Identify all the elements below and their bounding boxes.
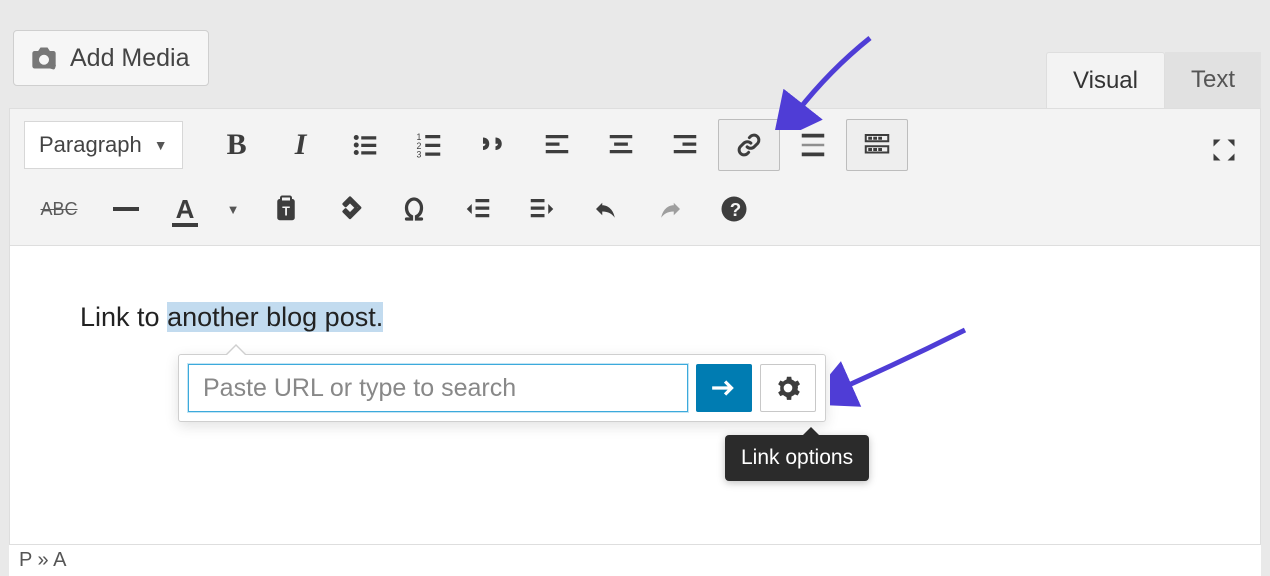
italic-icon: I: [295, 128, 307, 162]
chevron-down-icon: ▼: [154, 137, 168, 153]
toolbar-row-2: ABC A ▼ T: [10, 177, 1260, 245]
fullscreen-icon: [1210, 136, 1238, 164]
fullscreen-button[interactable]: [1200, 126, 1248, 174]
add-media-button[interactable]: Add Media: [13, 30, 209, 86]
special-character-button[interactable]: [383, 183, 445, 235]
align-right-icon: [670, 130, 700, 160]
toolbar-toggle-button[interactable]: [846, 119, 908, 171]
horizontal-rule-icon: [113, 207, 139, 211]
link-icon: [734, 130, 764, 160]
gear-icon: [775, 375, 801, 401]
redo-button[interactable]: [639, 183, 701, 235]
inline-link-popup: [178, 354, 826, 422]
redo-icon: [655, 194, 685, 224]
element-path: P » A: [19, 549, 66, 572]
editor-text-line[interactable]: Link to another blog post.: [80, 302, 1190, 333]
tooltip-text: Link options: [741, 446, 853, 469]
bulleted-list-icon: [350, 130, 380, 160]
link-url-input[interactable]: [188, 364, 688, 412]
align-left-icon: [542, 130, 572, 160]
text-color-dropdown-button[interactable]: ▼: [213, 183, 253, 235]
paste-text-icon: T: [271, 194, 301, 224]
tab-visual-label: Visual: [1073, 67, 1138, 95]
strikethrough-button[interactable]: ABC: [25, 183, 93, 235]
chevron-down-icon: ▼: [227, 202, 240, 217]
numbered-list-button[interactable]: 123: [398, 119, 460, 171]
help-icon: ?: [719, 194, 749, 224]
format-dropdown[interactable]: Paragraph ▼: [24, 121, 183, 169]
editor-header: Add Media Visual Text: [9, 0, 1261, 108]
editor-tabs: Visual Text: [1046, 52, 1261, 108]
undo-button[interactable]: [575, 183, 637, 235]
outdent-button[interactable]: [447, 183, 509, 235]
align-center-icon: [606, 130, 636, 160]
bold-button[interactable]: B: [206, 119, 268, 171]
italic-button[interactable]: I: [270, 119, 332, 171]
svg-text:3: 3: [416, 150, 421, 160]
svg-text:?: ?: [730, 199, 741, 220]
editor-text-prefix: Link to: [80, 302, 167, 332]
tab-text-label: Text: [1191, 66, 1235, 94]
undo-icon: [591, 194, 621, 224]
indent-icon: [527, 194, 557, 224]
svg-text:T: T: [282, 204, 290, 218]
add-media-label: Add Media: [70, 44, 190, 73]
insert-link-button[interactable]: [718, 119, 780, 171]
strikethrough-icon: ABC: [40, 199, 77, 220]
apply-link-button[interactable]: [696, 364, 752, 412]
apply-icon: [710, 378, 738, 398]
special-character-icon: [399, 194, 429, 224]
blockquote-button[interactable]: [462, 119, 524, 171]
toolbar-toggle-icon: [862, 130, 892, 160]
media-icon: [30, 46, 58, 70]
text-color-icon: A: [176, 194, 195, 225]
editor-toolbar: Paragraph ▼ B I 123: [9, 108, 1261, 246]
paste-text-button[interactable]: T: [255, 183, 317, 235]
editor-text-selection: another blog post.: [167, 302, 383, 332]
blockquote-icon: [478, 130, 508, 160]
link-options-tooltip: Link options: [725, 435, 869, 481]
clear-formatting-icon: [335, 194, 365, 224]
toolbar-row-1: Paragraph ▼ B I 123: [10, 109, 1260, 177]
format-dropdown-label: Paragraph: [39, 132, 142, 158]
align-left-button[interactable]: [526, 119, 588, 171]
numbered-list-icon: 123: [414, 130, 444, 160]
bulleted-list-button[interactable]: [334, 119, 396, 171]
text-color-button[interactable]: A: [159, 183, 211, 235]
status-bar: P » A: [9, 544, 1261, 576]
tab-text[interactable]: Text: [1165, 52, 1261, 108]
horizontal-rule-button[interactable]: [95, 183, 157, 235]
read-more-icon: [798, 130, 828, 160]
clear-formatting-button[interactable]: [319, 183, 381, 235]
read-more-button[interactable]: [782, 119, 844, 171]
tab-visual[interactable]: Visual: [1046, 52, 1165, 108]
help-button[interactable]: ?: [703, 183, 765, 235]
indent-button[interactable]: [511, 183, 573, 235]
outdent-icon: [463, 194, 493, 224]
align-right-button[interactable]: [654, 119, 716, 171]
align-center-button[interactable]: [590, 119, 652, 171]
link-options-button[interactable]: [760, 364, 816, 412]
bold-icon: B: [227, 128, 247, 162]
